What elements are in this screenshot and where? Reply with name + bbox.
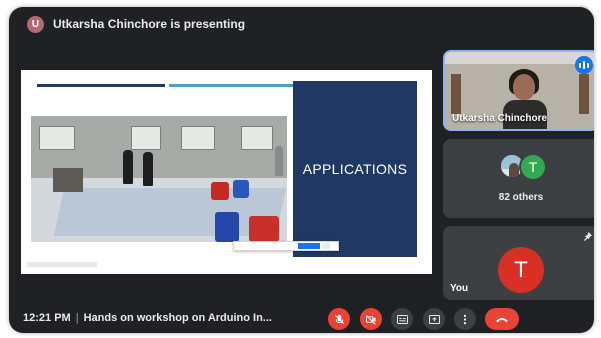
self-tile[interactable]: T You [443, 226, 594, 300]
participant-avatar: T [519, 153, 547, 181]
workshop-photo [31, 116, 287, 242]
screen-share-notice [233, 241, 339, 251]
others-count: 82 others [498, 192, 544, 203]
presenting-label: Utkarsha Chinchore is presenting [53, 17, 246, 31]
slide-divider [37, 84, 165, 87]
captions-button[interactable] [391, 308, 413, 330]
slide-title-panel: APPLICATIONS [293, 81, 417, 257]
captions-icon [396, 314, 408, 324]
separator: | [75, 312, 79, 324]
meet-window: U Utkarsha Chinchore is presenting APPLI… [9, 7, 594, 333]
control-bar: 12:21 PM | Hands on workshop on Arduino In… [9, 305, 594, 333]
stop-sharing-button[interactable] [298, 243, 320, 249]
others-tile[interactable]: T 82 others [443, 139, 594, 218]
self-avatar: T [498, 247, 544, 293]
leave-call-button[interactable] [485, 308, 519, 330]
meeting-details[interactable]: 12:21 PM | Hands on workshop on Arduino In… [23, 312, 272, 324]
mic-toggle-button[interactable] [328, 308, 350, 330]
speaking-indicator-icon [575, 56, 593, 74]
presenting-banner: U Utkarsha Chinchore is presenting [9, 7, 594, 41]
slide-title: APPLICATIONS [302, 161, 408, 177]
mic-off-icon [334, 314, 344, 324]
camera-toggle-button[interactable] [360, 308, 382, 330]
more-options-icon [463, 314, 467, 324]
camera-off-icon [365, 314, 376, 324]
slide-footer [27, 262, 97, 267]
pin-icon[interactable] [583, 232, 592, 243]
slide-divider [169, 84, 293, 87]
present-icon [428, 314, 440, 324]
speaker-tile[interactable]: Utkarsha Chinchore [443, 50, 594, 131]
present-now-button[interactable] [423, 308, 445, 330]
more-options-button[interactable] [454, 308, 476, 330]
shared-screen[interactable]: APPLICATIONS [21, 70, 432, 274]
speaker-name: Utkarsha Chinchore [452, 113, 548, 124]
hang-up-icon [496, 317, 508, 322]
self-label: You [450, 283, 469, 294]
presenter-avatar: U [27, 15, 44, 33]
meeting-title: Hands on workshop on Arduino In... [83, 312, 272, 324]
meeting-time: 12:21 PM [23, 312, 71, 324]
hide-notice-button[interactable] [322, 243, 330, 249]
